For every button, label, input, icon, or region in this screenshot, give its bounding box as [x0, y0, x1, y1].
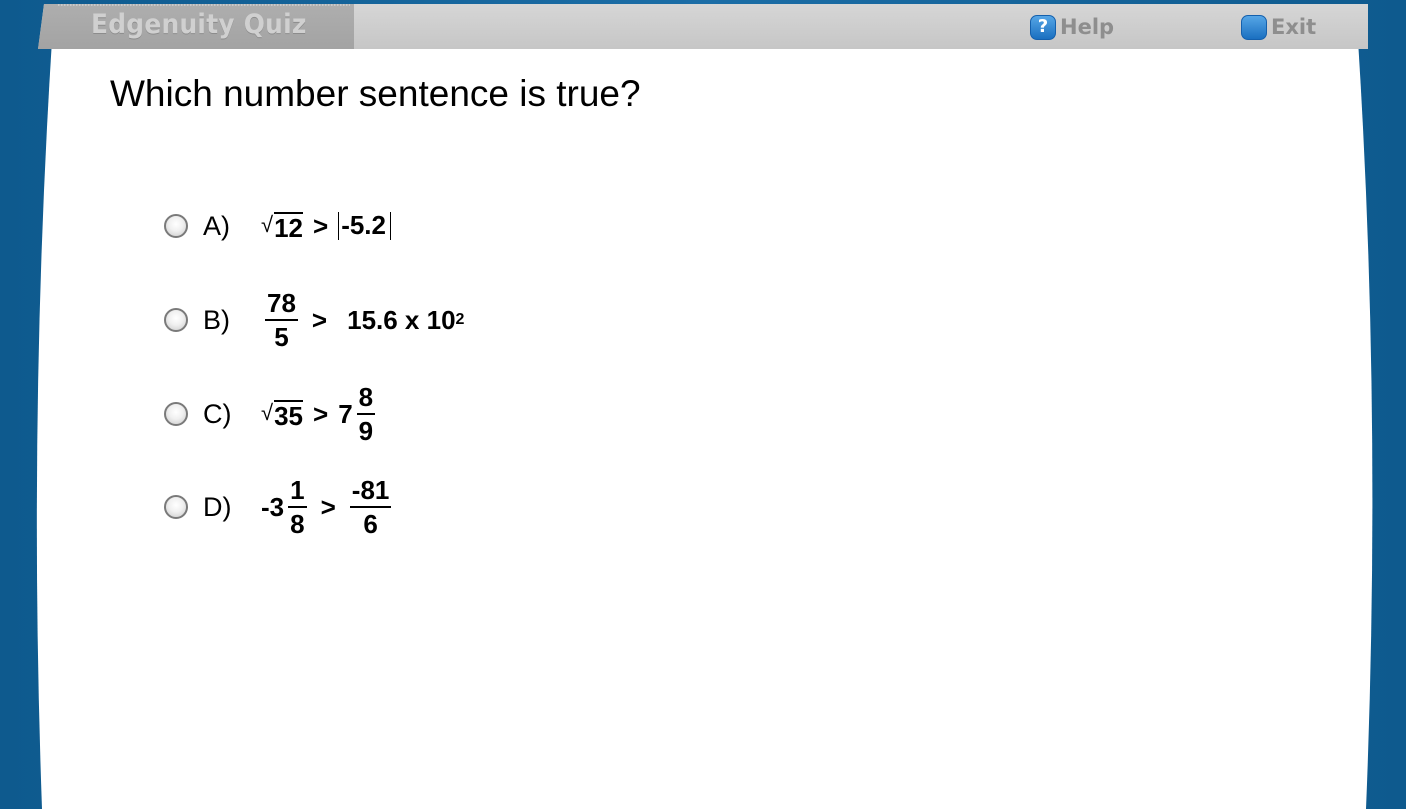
option-d-expression: -3 1 8 > -81 6	[261, 477, 395, 537]
option-c[interactable]: C) √ 35 > 7 8 9	[164, 384, 379, 444]
title-tab-border	[58, 4, 350, 6]
comparison-operator: >	[311, 304, 328, 335]
numerator: -81	[349, 477, 392, 508]
option-b-radio[interactable]	[164, 308, 188, 332]
exit-icon	[1241, 14, 1267, 40]
exponent: 2	[455, 311, 465, 328]
option-d-label: D)	[203, 491, 232, 522]
radicand: 12	[274, 211, 303, 243]
denominator: 8	[290, 509, 305, 539]
comparison-operator: >	[313, 210, 329, 241]
question-mark-icon: ?	[1030, 14, 1056, 40]
whole-number: 7	[338, 398, 353, 429]
option-b-expression: 78 5 > 15.6 x 10 2	[261, 290, 464, 350]
denominator: 6	[363, 509, 378, 539]
denominator: 9	[358, 416, 374, 446]
option-b[interactable]: B) 78 5 > 15.6 x 10 2	[164, 290, 464, 350]
denominator: 5	[274, 322, 289, 352]
comparison-operator: >	[320, 491, 336, 522]
absolute-value: -5.2	[338, 212, 391, 240]
exit-label: Exit	[1271, 15, 1317, 39]
header-bar: Edgenuity Quiz ? Help Exit	[38, 4, 1368, 49]
option-a[interactable]: A) √ 12 > -5.2	[164, 196, 391, 256]
option-c-expression: √ 35 > 7 8 9	[261, 384, 379, 444]
option-a-radio[interactable]	[164, 214, 188, 238]
option-d-radio[interactable]	[164, 495, 188, 519]
scientific-base: 15.6 x 10	[347, 304, 456, 335]
quiz-title: Edgenuity Quiz	[91, 9, 307, 40]
option-b-label: B)	[203, 304, 230, 335]
numerator: 78	[265, 290, 298, 321]
comparison-operator: >	[313, 398, 329, 429]
fraction: 78 5	[265, 290, 298, 350]
option-a-label: A)	[203, 210, 230, 241]
square-root: √ 12	[261, 211, 303, 243]
question-text: Which number sentence is true?	[110, 73, 641, 114]
option-c-radio[interactable]	[164, 402, 188, 426]
exit-button[interactable]: Exit	[1241, 13, 1316, 41]
whole-number: -3	[261, 491, 285, 522]
option-d[interactable]: D) -3 1 8 > -81 6	[164, 477, 395, 537]
option-c-label: C)	[203, 398, 232, 429]
fraction: 1 8	[288, 477, 307, 539]
numerator: 8	[356, 384, 376, 415]
quiz-window: Edgenuity Quiz ? Help Exit Which number …	[0, 0, 1406, 809]
numerator: 1	[288, 477, 307, 508]
option-a-expression: √ 12 > -5.2	[261, 211, 391, 242]
square-root: √ 35	[261, 399, 303, 431]
help-label: Help	[1060, 15, 1115, 39]
fraction: -81 6	[349, 477, 392, 539]
fraction: 8 9	[356, 384, 376, 446]
help-button[interactable]: ? Help	[1030, 13, 1114, 41]
radicand: 35	[274, 399, 303, 431]
